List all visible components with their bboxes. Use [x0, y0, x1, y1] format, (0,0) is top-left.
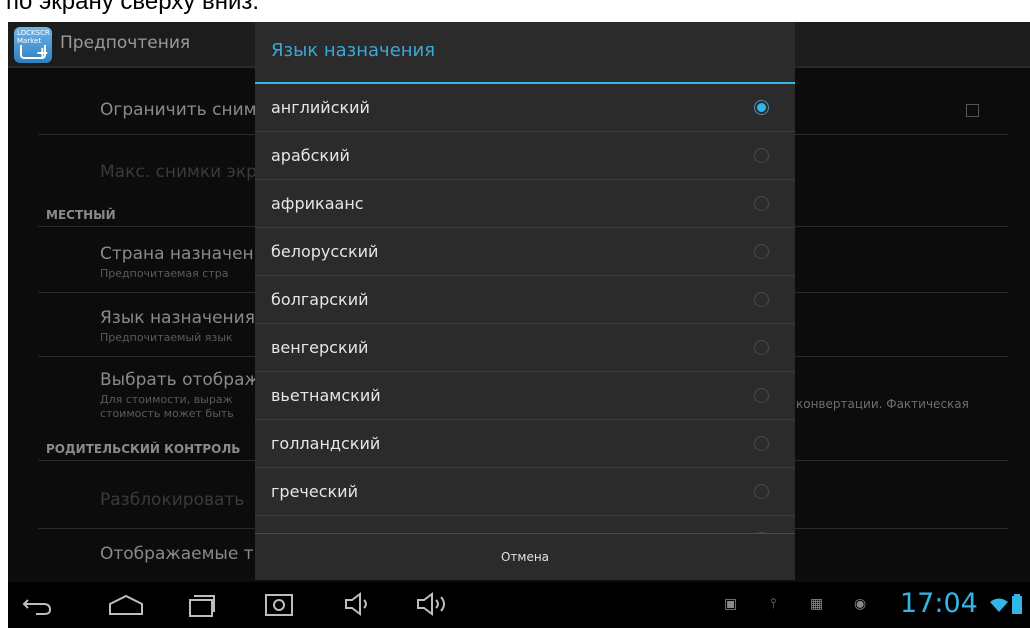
usb-debug-icon: ▣	[724, 596, 738, 612]
pref-unlock: Разблокировать	[100, 490, 244, 510]
pref-displayed-types[interactable]: Отображаемые ти	[100, 544, 265, 564]
home-icon[interactable]	[108, 594, 144, 616]
pref-display-sub1: Для стоимости, выраж	[100, 393, 233, 406]
plus-icon: +	[35, 43, 49, 62]
system-bar: ▣ ⫯ ▦ ◉ 17:04	[8, 582, 1030, 628]
language-list[interactable]: английский арабский африкаанс белорусски…	[255, 84, 795, 534]
radio-icon[interactable]	[754, 196, 769, 211]
pref-dest-lang-title: Язык назначения	[100, 308, 255, 328]
language-item[interactable]: английский	[255, 84, 795, 132]
pref-unlock-title: Разблокировать	[100, 490, 245, 510]
pref-dest-lang[interactable]: Язык назначения Предпочитаемый язык	[100, 308, 255, 344]
app-icon[interactable]: LOCKSCR Market +	[14, 27, 52, 63]
pref-display-sub-right: конвертации. Фактическая	[796, 397, 969, 411]
language-item[interactable]: вьетнамский	[255, 372, 795, 420]
pref-limit-screens-title: Ограничить снимк	[100, 100, 267, 120]
page-title: Предпочтения	[60, 33, 191, 53]
volume-down-icon[interactable]	[344, 592, 374, 616]
pref-displayed-types-title: Отображаемые ти	[100, 544, 265, 564]
screenshot-icon[interactable]	[264, 591, 294, 617]
language-item[interactable]: венгерский	[255, 324, 795, 372]
radio-icon[interactable]	[754, 244, 769, 259]
sd-card-icon: ▦	[810, 596, 824, 612]
android-icon: ◉	[854, 596, 867, 612]
language-item-label: английский	[271, 98, 370, 117]
cancel-button[interactable]: Отмена	[255, 534, 795, 580]
language-item[interactable]: голландский	[255, 420, 795, 468]
section-parental: РОДИТЕЛЬСКИЙ КОНТРОЛЬ	[46, 442, 241, 456]
dialog-title: Язык назначения	[271, 40, 436, 61]
pref-display-title: Выбрать отображ	[100, 370, 260, 390]
radio-selected-icon[interactable]	[754, 100, 769, 115]
limit-screens-checkbox[interactable]	[966, 104, 979, 117]
language-item-label: венгерский	[271, 338, 369, 357]
wifi-icon	[990, 598, 1008, 612]
android-screen: LOCKSCR Market + Предпочтения Ограничить…	[8, 22, 1030, 582]
pref-display-sub2: стоимость может быть	[100, 407, 234, 420]
volume-up-icon[interactable]	[416, 592, 452, 616]
language-item[interactable]: греческий	[255, 468, 795, 516]
language-item-label: белорусский	[271, 242, 379, 261]
pref-max-screens: Макс. снимки экр	[100, 162, 257, 182]
pref-dest-lang-sub: Предпочитаемый язык	[100, 331, 233, 344]
pref-dest-country-title: Страна назначени	[100, 244, 265, 264]
language-item-label: африкаанс	[271, 194, 364, 213]
section-local: МЕСТНЫЙ	[46, 208, 116, 222]
usb-icon: ⫯	[770, 596, 777, 612]
language-item-partial[interactable]	[255, 516, 795, 534]
pref-dest-country[interactable]: Страна назначени Предпочитаемая стра	[100, 244, 265, 280]
radio-icon[interactable]	[754, 340, 769, 355]
language-item-label: голландский	[271, 434, 381, 453]
radio-icon[interactable]	[754, 484, 769, 499]
radio-icon[interactable]	[754, 148, 769, 163]
language-item-label: вьетнамский	[271, 386, 381, 405]
language-dialog: Язык назначения английский арабский афри…	[255, 22, 795, 580]
recent-apps-icon[interactable]	[186, 592, 216, 618]
language-item[interactable]: арабский	[255, 132, 795, 180]
language-item-label: болгарский	[271, 290, 369, 309]
caption-text: по экрану сверху вниз.	[6, 0, 260, 15]
status-clock: 17:04	[900, 588, 978, 619]
back-icon[interactable]	[22, 594, 52, 616]
language-item-label: арабский	[271, 146, 350, 165]
pref-dest-country-sub: Предпочитаемая стра	[100, 267, 229, 280]
language-item[interactable]: африкаанс	[255, 180, 795, 228]
language-item-label: греческий	[271, 482, 358, 501]
battery-icon	[1012, 594, 1022, 614]
radio-icon[interactable]	[754, 436, 769, 451]
pref-max-screens-title: Макс. снимки экр	[100, 162, 257, 182]
radio-icon[interactable]	[754, 292, 769, 307]
radio-icon[interactable]	[754, 388, 769, 403]
language-item[interactable]: белорусский	[255, 228, 795, 276]
pref-display[interactable]: Выбрать отображ Для стоимости, выраж сто…	[100, 370, 260, 420]
pref-limit-screens[interactable]: Ограничить снимк	[100, 100, 267, 120]
caption-strip: по экрану сверху вниз.	[0, 0, 1030, 22]
language-item[interactable]: болгарский	[255, 276, 795, 324]
